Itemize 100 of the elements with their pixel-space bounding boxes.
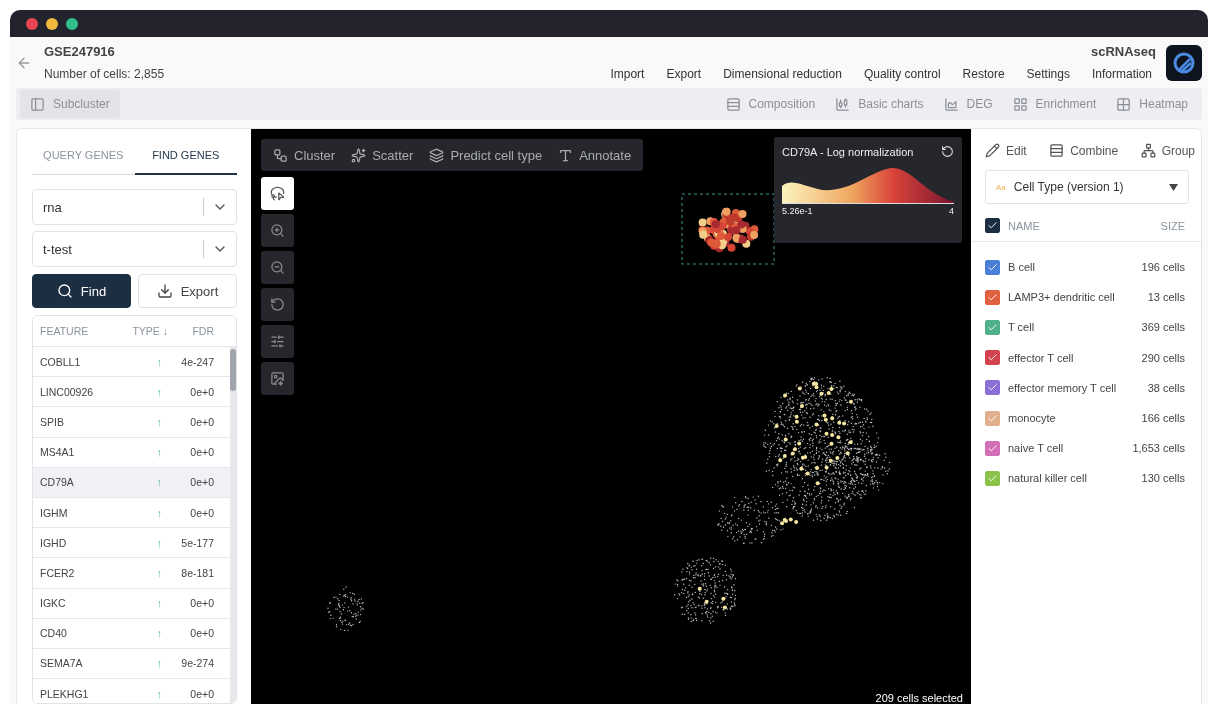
check-icon [987,321,998,333]
cell-type-size: 38 cells [1147,381,1185,394]
canvas-action-button[interactable]: Annotate [550,147,640,163]
fdr-cell-text: 0e+0 [189,687,214,700]
maximize-window-button[interactable] [66,17,78,30]
canvas-action-button[interactable]: Scatter [343,147,422,163]
cell-type-name: effector memory T cell [1008,381,1117,394]
reset-icon[interactable] [941,145,954,158]
cell-type-checkbox[interactable] [985,380,1000,396]
feature-cell-text: FCER2 [40,566,76,579]
menu-item[interactable]: Information [1080,67,1156,81]
fdr-cell-text: 9e-274 [180,657,214,670]
reset-icon [270,297,285,312]
check-icon [987,412,998,424]
annotation-select[interactable]: Aa Cell Type (version 1) [985,170,1189,204]
menu-item[interactable]: Settings [1015,67,1081,81]
feature-cell-text: COBLL1 [40,355,82,368]
cell-type-name: naive T cell [1008,442,1064,455]
cell-type-checkbox[interactable] [985,289,1000,305]
gene-row[interactable]: CD79A ↑ 0e+0 [33,467,230,498]
feature-cell-text: PLEKHG1 [40,687,90,700]
cell-type-size: 130 cells [1141,472,1185,485]
hierarchy-icon [1140,143,1156,158]
menu-item[interactable]: Import [599,67,656,81]
canvas-action-button[interactable]: Cluster [265,147,344,163]
lasso-tool-button[interactable] [261,177,294,210]
dropdown-select[interactable]: t-test [32,231,237,267]
panel-action-button[interactable]: Combine [1049,143,1119,158]
cell-type-size: 1,653 cells [1132,442,1185,455]
cluster-icon [273,147,288,163]
select-all-checkbox[interactable] [985,218,1000,233]
cell-type-name: natural killer cell [1008,472,1087,485]
feature-cell-text: SEMA7A [40,657,84,670]
find-button[interactable]: Find [32,274,131,308]
cell-type-checkbox[interactable] [985,350,1000,366]
direction-cell-text: ↑ [155,355,163,368]
fdr-cell-text: 8e-181 [180,566,214,579]
cell-type-name: B cell [1008,261,1035,274]
direction-cell-text: ↑ [155,566,163,579]
panel-tab[interactable]: FIND GENES [134,141,237,175]
cell-count: Number of cells: 2,855 [44,67,165,81]
sliders-icon [270,334,285,349]
check-icon [987,442,998,454]
zoom-in-tool-button[interactable] [261,214,294,247]
cell-type-size: 166 cells [1141,412,1185,425]
menu-item[interactable]: Quality control [852,67,952,81]
panel-action-button[interactable]: Edit [985,143,1027,158]
cell-type-checkbox[interactable] [985,319,1000,335]
axis-min-label: 5.26e-1 [782,206,813,216]
cell-type-checkbox[interactable] [985,410,1000,426]
cell-type-checkbox[interactable] [985,440,1000,456]
cell-type-checkbox[interactable] [985,470,1000,486]
menu-item[interactable]: Restore [951,67,1016,81]
fdr-cell-text: 0e+0 [189,627,214,640]
popup-title: CD79A - Log normalization [782,145,914,158]
cell-type-checkbox[interactable] [985,259,1000,275]
column-header: FEATURE [40,325,90,337]
close-window-button[interactable] [26,17,38,30]
direction-cell-text: ↑ [155,597,163,610]
cell-type-size: 369 cells [1141,321,1185,334]
direction-cell-text: ↑ [155,446,163,459]
cell-type-name: T cell [1008,321,1035,334]
panel-icon [30,96,45,112]
zoom-out-tool-button[interactable] [261,251,294,284]
zoom-out-icon [270,260,285,275]
fdr-cell-text: 4e-247 [180,355,214,368]
direction-cell-text: ↑ [155,506,163,519]
fdr-cell-text: 0e+0 [189,415,214,428]
axis-max-label: 4 [949,206,954,216]
direction-cell-text: ↑ [155,536,163,549]
export-tool-button[interactable] [261,362,294,395]
panel-action-button[interactable]: Group [1140,143,1195,158]
selection-status: 209 cells selected [875,692,963,704]
feature-cell-text: CD40 [40,627,68,640]
cell-type-name: LAMP3+ dendritic cell [1008,291,1115,304]
dropdown-triangle-icon [1169,183,1178,191]
fdr-cell-text: 0e+0 [189,385,214,398]
download-icon [156,283,173,299]
dataset-title: GSE247916 [44,44,116,59]
fdr-cell-text: 0e+0 [189,476,214,489]
sliders-tool-button[interactable] [261,325,294,358]
canvas-action-button[interactable]: Predict cell type [421,147,551,163]
check-icon [987,261,998,273]
minimize-window-button[interactable] [46,17,58,30]
feature-cell-text: IGHD [40,536,68,549]
feature-cell-text: CD79A [40,476,75,489]
feature-cell-text: SPIB [40,415,65,428]
export-button[interactable]: Export [138,274,237,308]
feature-cell-text: MS4A1 [40,446,76,459]
pencil-icon [985,143,1000,158]
menu-item[interactable]: Dimensional reduction [712,67,853,81]
feature-cell-text: IGKC [40,597,67,610]
dropdown-select[interactable]: rna [32,189,237,225]
zoom-in-icon [270,223,285,238]
fdr-cell-text: 0e+0 [189,597,214,610]
direction-cell-text: ↑ [155,687,163,700]
menu-item[interactable]: Export [655,67,713,81]
export-icon [270,371,285,386]
reset-tool-button[interactable] [261,288,294,321]
scrollbar-thumb[interactable] [230,349,236,391]
